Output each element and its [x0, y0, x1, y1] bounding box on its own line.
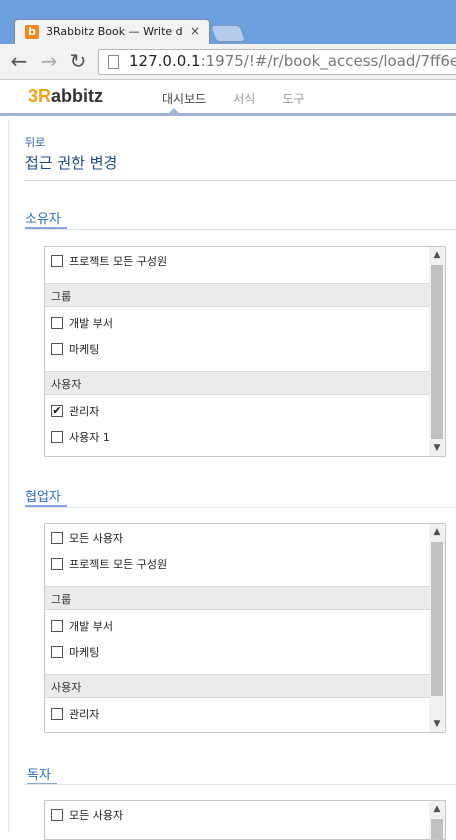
scroll-down-icon[interactable]: ▼ [429, 440, 445, 456]
option-label: 마케팅 [69, 343, 100, 356]
logo-digit: 3 [28, 86, 39, 106]
url-path: :1975/!#/r/book_access/load/7ff6e2 [200, 52, 456, 70]
collaborator-section-heading: 협업자 [25, 486, 67, 507]
active-nav-caret [168, 108, 180, 114]
scroll-up-icon[interactable]: ▲ [429, 247, 445, 263]
permission-option[interactable]: ✔ 관리자 [45, 399, 430, 424]
browser-toolbar: ← → ↻ 127.0.0.1:1975/!#/r/book_access/lo… [0, 44, 456, 80]
url-host: 127.0.0.1 [129, 52, 201, 70]
permission-option[interactable]: 프로젝트 모든 구성원 [45, 249, 430, 274]
option-label: 관리자 [69, 708, 100, 721]
option-label: 개발 부서 [69, 317, 113, 330]
nav-dashboard[interactable]: 대시보드 [162, 90, 206, 107]
main-nav: 대시보드 서식 도구 [162, 88, 327, 107]
new-tab-button[interactable] [209, 25, 247, 42]
checkbox[interactable] [51, 558, 63, 570]
logo-r: R [38, 86, 52, 106]
scroll-thumb[interactable] [431, 819, 443, 839]
page-title: 접근 권한 변경 [25, 154, 118, 172]
app-logo[interactable]: 3Rabbitz [28, 86, 103, 107]
back-link[interactable]: 뒤로 [25, 134, 45, 150]
checkbox[interactable] [51, 343, 63, 355]
option-label: 관리자 [69, 405, 100, 418]
reader-listbox[interactable]: ▲ 모든 사용자 [44, 800, 446, 840]
page-icon [108, 55, 119, 69]
option-label: 모든 사용자 [69, 809, 124, 822]
nav-tools[interactable]: 도구 [282, 90, 304, 107]
permission-option[interactable]: 개발 부서 [45, 311, 430, 336]
permission-option[interactable]: 개발 부서 [45, 614, 430, 639]
owner-scrollbar[interactable]: ▲ ▼ [429, 247, 445, 456]
url-text: 127.0.0.1:1975/!#/r/book_access/load/7ff… [129, 52, 456, 70]
app-header: 3Rabbitz 대시보드 서식 도구 [0, 80, 456, 116]
group-header: 사용자 [45, 371, 430, 395]
scroll-down-icon[interactable]: ▼ [429, 716, 445, 732]
checkbox[interactable] [51, 431, 63, 443]
reader-scrollbar[interactable]: ▲ [429, 801, 445, 839]
option-label: 프로젝트 모든 구성원 [69, 255, 168, 268]
group-header-label: 사용자 [51, 681, 82, 694]
permission-option[interactable]: 모든 사용자 [45, 803, 430, 828]
collaborator-listbox[interactable]: ▲ ▼ 모든 사용자프로젝트 모든 구성원그룹개발 부서마케팅사용자관리자 [44, 523, 446, 733]
permission-option[interactable]: 마케팅 [45, 640, 430, 665]
back-arrow-icon[interactable]: ← [8, 50, 30, 72]
group-header-label: 사용자 [51, 378, 82, 391]
checkbox[interactable] [51, 317, 63, 329]
checkbox[interactable] [51, 532, 63, 544]
reader-section-heading: 독자 [27, 764, 57, 785]
permission-option[interactable]: 사용자 1 [45, 425, 430, 450]
option-label: 프로젝트 모든 구성원 [69, 558, 168, 571]
collaborator-scrollbar[interactable]: ▲ ▼ [429, 524, 445, 732]
title-divider [25, 180, 456, 181]
owner-listbox[interactable]: ▲ ▼ 프로젝트 모든 구성원그룹개발 부서마케팅사용자 ✔ 관리자사용자 1 [44, 246, 446, 457]
group-header-label: 그룹 [51, 593, 72, 606]
option-label: 사용자 1 [69, 431, 110, 444]
owner-section-heading: 소유자 [25, 208, 67, 229]
nav-templates[interactable]: 서식 [233, 90, 255, 107]
owner-heading-label: 소유자 [25, 212, 61, 227]
checkbox[interactable] [51, 646, 63, 658]
browser-chrome: b 3Rabbitz Book — Write d × ← → ↻ 127.0.… [0, 0, 456, 80]
group-header: 그룹 [45, 283, 430, 307]
collaborator-heading-label: 협업자 [25, 490, 61, 505]
checkbox[interactable] [51, 708, 63, 720]
scroll-thumb[interactable] [431, 265, 443, 439]
collaborator-section-divider [25, 507, 456, 508]
group-header-label: 그룹 [51, 290, 72, 303]
option-label: 마케팅 [69, 646, 100, 659]
scroll-up-icon[interactable]: ▲ [429, 524, 445, 540]
permission-option[interactable]: 관리자 [45, 702, 430, 727]
logo-rest: abbitz [51, 86, 104, 106]
reload-icon[interactable]: ↻ [67, 50, 89, 72]
reader-section-divider [25, 784, 456, 785]
tab-title: 3Rabbitz Book — Write d [46, 25, 183, 38]
favicon-icon: b [25, 25, 39, 39]
checkbox[interactable]: ✔ [51, 405, 63, 417]
scroll-up-icon[interactable]: ▲ [429, 801, 445, 817]
group-header: 사용자 [45, 674, 430, 698]
owner-section-divider [25, 229, 456, 230]
group-header: 그룹 [45, 586, 430, 610]
permission-option[interactable]: 모든 사용자 [45, 526, 430, 551]
reader-heading-label: 독자 [27, 768, 51, 783]
scroll-thumb[interactable] [431, 542, 443, 696]
option-label: 개발 부서 [69, 620, 113, 633]
forward-arrow-icon[interactable]: → [38, 50, 60, 72]
browser-tab[interactable]: b 3Rabbitz Book — Write d × [14, 19, 210, 45]
left-border [8, 119, 9, 832]
checkbox[interactable] [51, 809, 63, 821]
checkbox[interactable] [51, 620, 63, 632]
permission-option[interactable]: 마케팅 [45, 337, 430, 362]
tab-strip: b 3Rabbitz Book — Write d × [0, 0, 456, 45]
page-content: 뒤로 접근 권한 변경 소유자 ▲ ▼ 프로젝트 모든 구성원 그룹 개발 부서 마케… [0, 119, 456, 840]
option-label: 모든 사용자 [69, 532, 124, 545]
tab-close-icon[interactable]: × [190, 24, 200, 38]
address-bar[interactable]: 127.0.0.1:1975/!#/r/book_access/load/7ff… [98, 49, 456, 75]
checkbox[interactable] [51, 255, 63, 267]
permission-option[interactable]: 프로젝트 모든 구성원 [45, 552, 430, 577]
